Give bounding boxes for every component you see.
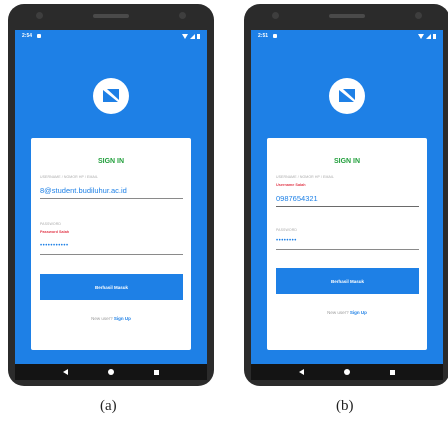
app-logo-icon [329, 78, 365, 114]
password-label: PASSWORD [276, 228, 297, 232]
app-logo-icon [93, 78, 129, 114]
sensor-dot [415, 12, 422, 19]
camera-dot [272, 12, 279, 19]
sign-in-title: SIGN IN [97, 158, 125, 165]
status-time: 2:54 [22, 33, 33, 39]
notification-icon [273, 34, 278, 38]
status-bar: 2:51 [251, 30, 443, 42]
sensor-dot [179, 12, 186, 19]
username-underline [40, 198, 183, 199]
signal-icon [426, 33, 431, 39]
sign-in-title: SIGN IN [333, 158, 361, 165]
phone-frame-a: 2:54 SIGN IN USERNAME / NOMOR HP / EMAIL… [8, 4, 214, 386]
sign-in-card: SIGN IN USERNAME / NOMOR HP / EMAIL 8@st… [31, 138, 191, 350]
recents-icon[interactable] [390, 369, 395, 375]
username-label: USERNAME / NOMOR HP / EMAIL [276, 175, 335, 179]
password-error: Password Salah [40, 230, 70, 234]
username-underline [276, 206, 419, 207]
password-underline [276, 249, 419, 250]
recents-icon[interactable] [154, 369, 159, 375]
username-input[interactable]: 8@student.budiluhur.ac.id [40, 186, 183, 195]
signup-row: New user? Sign Up [267, 310, 427, 315]
phone-frame-b: 2:51 SIGN IN USERNAME / NOMOR HP / EMAIL… [244, 4, 448, 386]
status-bar: 2:54 [15, 30, 207, 42]
login-button[interactable]: Berhasil Masuk [276, 268, 419, 294]
signal-icon [190, 33, 195, 39]
caption-b: (b) [336, 398, 354, 414]
caption-a: (a) [100, 398, 117, 414]
sign-up-link[interactable]: Sign Up [350, 310, 367, 315]
sign-in-card: SIGN IN USERNAME / NOMOR HP / EMAIL User… [267, 138, 427, 350]
username-input[interactable]: 0987654321 [276, 194, 419, 203]
new-user-text: New user? [327, 310, 349, 315]
wifi-icon [418, 33, 424, 39]
password-underline [40, 254, 183, 255]
camera-dot [36, 12, 43, 19]
new-user-text: New user? [91, 316, 113, 321]
nav-bar [251, 364, 443, 380]
signup-row: New user? Sign Up [31, 316, 191, 321]
battery-icon [433, 33, 436, 39]
username-error: Username Salah [276, 183, 306, 187]
home-icon[interactable] [344, 369, 350, 375]
login-button[interactable]: Berhasil Masuk [40, 274, 183, 300]
status-time: 2:51 [258, 33, 269, 39]
nav-bar [15, 364, 207, 380]
back-icon[interactable] [63, 369, 68, 375]
password-input[interactable]: ••••••••••• [40, 243, 183, 249]
password-label: PASSWORD [40, 222, 61, 226]
speaker [329, 14, 365, 18]
password-input[interactable]: •••••••• [276, 238, 419, 244]
home-icon[interactable] [108, 369, 114, 375]
battery-icon [197, 33, 200, 39]
wifi-icon [182, 33, 188, 39]
speaker [93, 14, 129, 18]
screen-b: 2:51 SIGN IN USERNAME / NOMOR HP / EMAIL… [251, 30, 443, 364]
notification-icon [37, 34, 42, 38]
username-label: USERNAME / NOMOR HP / EMAIL [40, 175, 99, 179]
screen-a: 2:54 SIGN IN USERNAME / NOMOR HP / EMAIL… [15, 30, 207, 364]
back-icon[interactable] [299, 369, 304, 375]
sign-up-link[interactable]: Sign Up [114, 316, 131, 321]
